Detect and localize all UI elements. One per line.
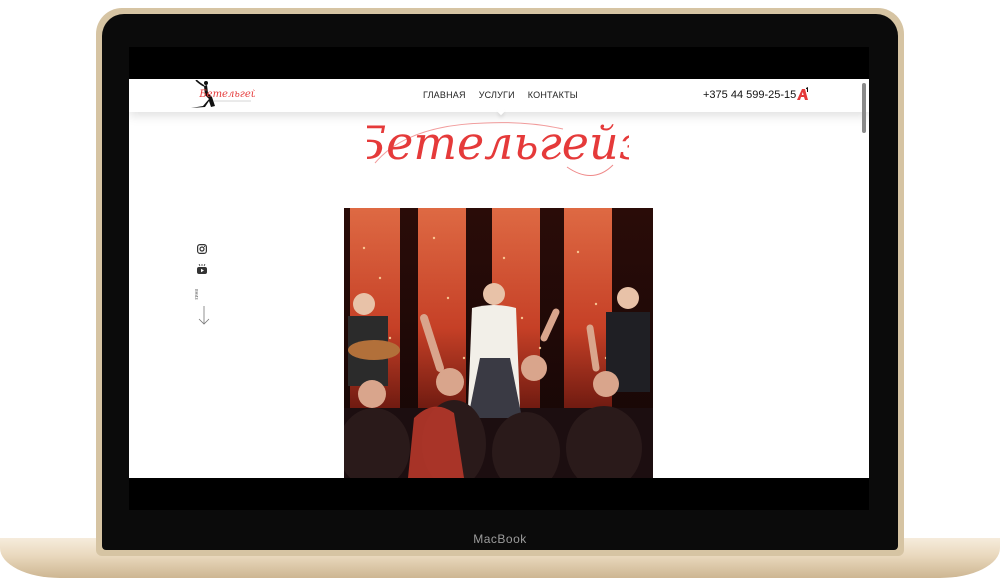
a1-logo-icon	[797, 87, 808, 100]
laptop-screen: Бетельгейз ГЛАВНАЯ УСЛУГИ КОНТАКТЫ +375 …	[129, 47, 869, 510]
hero-title: Бетельгейз	[367, 116, 629, 176]
hero-title-text: Бетельгейз	[367, 116, 629, 170]
instagram-icon[interactable]	[197, 244, 207, 254]
page-scrollbar[interactable]	[862, 83, 866, 133]
nav-active-indicator	[496, 106, 506, 116]
site-header: Бетельгейз ГЛАВНАЯ УСЛУГИ КОНТАКТЫ +375 …	[129, 79, 869, 116]
youtube-icon[interactable]	[197, 264, 207, 275]
nav-item-home[interactable]: ГЛАВНАЯ	[423, 90, 466, 100]
phone-number[interactable]: +375 44 599-25-15	[703, 89, 796, 101]
site-logo[interactable]: Бетельгейз	[189, 80, 255, 111]
device-brand-label: MacBook	[473, 532, 527, 546]
nav-item-services[interactable]: УСЛУГИ	[479, 90, 515, 100]
main-nav: ГЛАВНАЯ УСЛУГИ КОНТАКТЫ	[423, 90, 578, 100]
nav-item-contacts[interactable]: КОНТАКТЫ	[528, 90, 578, 100]
arrow-down-icon[interactable]	[197, 306, 211, 326]
hero-photo	[344, 208, 653, 478]
scroll-down-label: вниз	[193, 289, 199, 300]
logo-wordmark: Бетельгейз	[198, 89, 255, 100]
browser-viewport: Бетельгейз ГЛАВНАЯ УСЛУГИ КОНТАКТЫ +375 …	[129, 79, 869, 478]
